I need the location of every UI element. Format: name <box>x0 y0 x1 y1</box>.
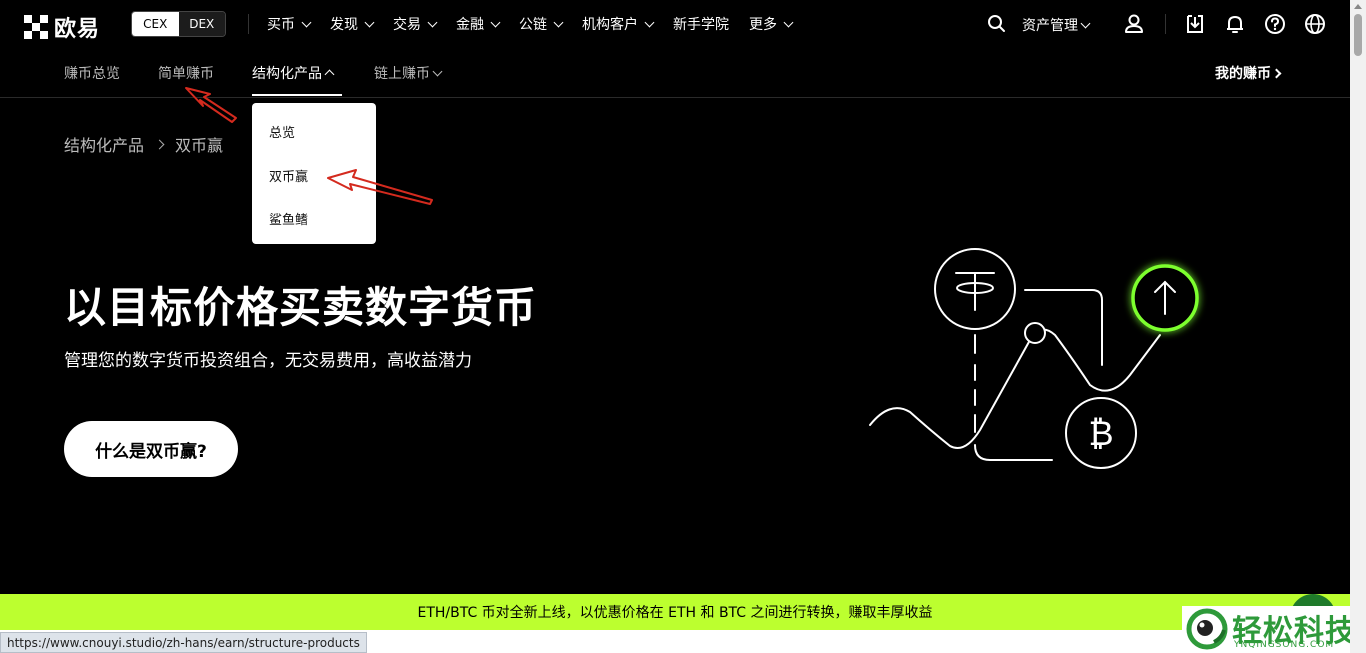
download-icon[interactable] <box>1184 13 1206 35</box>
svg-text:₿: ₿ <box>1088 415 1113 453</box>
dropdown-item-dual-investment[interactable]: 双币赢 <box>269 166 308 185</box>
dropdown-item-shark-fin[interactable]: 鲨鱼鳍 <box>269 209 308 228</box>
watermark-subtitle: YNQINGSONG.COM <box>1234 640 1335 650</box>
dual-investment-illustration: ₿ <box>869 248 1199 469</box>
menu-finance[interactable]: 金融 <box>456 14 501 34</box>
cex-tab[interactable]: CEX <box>132 12 179 36</box>
menu-label: 公链 <box>519 17 547 33</box>
menu-institutional[interactable]: 机构客户 <box>582 14 655 34</box>
what-is-dual-investment-button[interactable]: 什么是双币赢? <box>64 421 238 477</box>
main-menu: 买币 发现 交易 金融 公链 机构客户 新手学院 更多 <box>267 0 794 48</box>
brand-name: 欧易 <box>54 17 101 42</box>
structured-products-dropdown: 总览 双币赢 鲨鱼鳍 <box>252 103 376 244</box>
watermark: 轻松科技 YNQINGSONG.COM <box>1182 606 1366 653</box>
globe-icon[interactable] <box>1304 13 1326 35</box>
my-earn-label: 我的赚币 <box>1215 66 1271 82</box>
scroll-up-arrow-icon[interactable] <box>1354 4 1362 9</box>
menu-label: 更多 <box>749 17 777 33</box>
subnav-structured-products[interactable]: 结构化产品 <box>252 63 335 83</box>
chevron-down-icon <box>783 17 794 27</box>
breadcrumb: 结构化产品 双币赢 <box>64 132 223 156</box>
banner-text: ETH/BTC 币对全新上线，以优惠价格在 ETH 和 BTC 之间进行转换，赚… <box>417 605 933 621</box>
announcement-banner[interactable]: ETH/BTC 币对全新上线，以优惠价格在 ETH 和 BTC 之间进行转换，赚… <box>0 594 1350 630</box>
okx-logo-icon <box>24 15 48 39</box>
subnav-label: 简单赚币 <box>158 66 214 82</box>
chevron-down-icon <box>1080 18 1091 28</box>
menu-label: 金融 <box>456 17 484 33</box>
cex-dex-toggle: CEX DEX <box>131 11 226 37</box>
dex-tab[interactable]: DEX <box>178 12 225 36</box>
menu-more[interactable]: 更多 <box>749 14 794 34</box>
chevron-down-icon <box>490 17 501 27</box>
subnav-earn-overview[interactable]: 赚币总览 <box>64 63 120 83</box>
subnav-label: 赚币总览 <box>64 66 120 82</box>
chevron-down-icon <box>553 17 564 27</box>
chevron-down-icon <box>432 66 443 76</box>
breadcrumb-current: 双币赢 <box>175 136 224 155</box>
search-icon[interactable] <box>986 13 1008 35</box>
chevron-down-icon <box>644 17 655 27</box>
top-navigation: 欧易 CEX DEX 买币 发现 交易 金融 公链 机构客户 新手学院 更多 资… <box>0 0 1350 48</box>
subnav-label: 链上赚币 <box>374 66 430 82</box>
chevron-right-icon <box>154 139 165 149</box>
menu-trade[interactable]: 交易 <box>393 14 438 34</box>
brand-logo[interactable]: 欧易 <box>24 11 100 43</box>
earn-sub-navigation: 赚币总览 简单赚币 结构化产品 链上赚币 我的赚币 <box>0 48 1350 98</box>
subnav-label: 结构化产品 <box>252 66 322 82</box>
help-icon[interactable] <box>1264 13 1286 35</box>
menu-label: 机构客户 <box>582 17 638 33</box>
nav-divider <box>1165 14 1166 34</box>
nav-divider <box>248 14 249 34</box>
subnav-simple-earn[interactable]: 简单赚币 <box>158 63 214 83</box>
active-tab-indicator <box>252 94 342 96</box>
dropdown-item-overview[interactable]: 总览 <box>269 122 295 141</box>
hero-title: 以目标价格买卖数字货币 <box>64 283 538 332</box>
chevron-right-icon <box>1271 68 1282 78</box>
my-earn-link[interactable]: 我的赚币 <box>1215 63 1282 83</box>
chevron-down-icon <box>301 17 312 27</box>
vertical-scrollbar[interactable] <box>1350 0 1366 653</box>
menu-buy[interactable]: 买币 <box>267 14 312 34</box>
watermark-logo-icon <box>1186 608 1228 650</box>
menu-discover[interactable]: 发现 <box>330 14 375 34</box>
menu-label: 发现 <box>330 17 358 33</box>
menu-academy[interactable]: 新手学院 <box>673 14 729 34</box>
menu-chain[interactable]: 公链 <box>519 14 564 34</box>
hero-subtitle: 管理您的数字货币投资组合，无交易费用，高收益潜力 <box>64 351 472 371</box>
breadcrumb-parent[interactable]: 结构化产品 <box>64 132 144 156</box>
bell-icon[interactable] <box>1224 13 1246 35</box>
asset-management-label: 资产管理 <box>1022 18 1078 34</box>
menu-label: 新手学院 <box>673 17 729 33</box>
chevron-down-icon <box>427 17 438 27</box>
status-bar-url: https://www.cnouyi.studio/zh-hans/earn/s… <box>0 632 367 653</box>
menu-label: 买币 <box>267 17 295 33</box>
scroll-thumb[interactable] <box>1354 14 1362 56</box>
user-icon[interactable] <box>1123 13 1145 35</box>
asset-management-menu[interactable]: 资产管理 <box>1022 15 1091 35</box>
chevron-up-icon <box>324 69 335 80</box>
subnav-onchain-earn[interactable]: 链上赚币 <box>374 63 443 83</box>
menu-label: 交易 <box>393 17 421 33</box>
chevron-down-icon <box>364 17 375 27</box>
